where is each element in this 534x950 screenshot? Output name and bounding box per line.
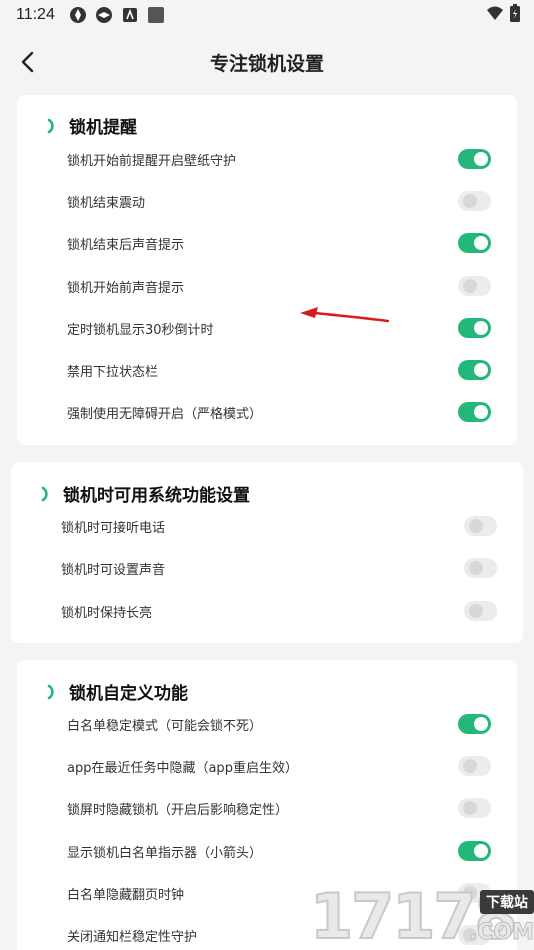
setting-row: 锁机时可设置声音 [61, 548, 497, 588]
toggle-switch[interactable] [458, 714, 491, 734]
toggle-switch[interactable] [458, 756, 491, 776]
header: 专注锁机设置 [0, 38, 534, 86]
setting-row: 禁用下拉状态栏 [67, 350, 491, 390]
toggle-switch[interactable] [458, 149, 491, 169]
setting-label: 显示锁机白名单指示器（小箭头） [67, 845, 263, 861]
toggle-knob [474, 236, 488, 250]
toggle-knob [469, 519, 483, 533]
toggle-switch[interactable] [458, 360, 491, 380]
toggle-knob [474, 321, 488, 335]
section-title: 锁机自定义功能 [45, 679, 188, 704]
app-icon-2 [95, 6, 113, 24]
section-title: 锁机提醒 [45, 113, 137, 138]
section-card-lock-reminder: 锁机提醒 锁机开始前提醒开启壁纸守护 锁机结束震动 锁机结束后声音提示 锁机开始… [17, 95, 517, 445]
toggle-knob [463, 801, 477, 815]
setting-row: app在最近任务中隐藏（app重启生效） [67, 746, 491, 786]
setting-row: 锁机时保持长亮 [61, 591, 497, 631]
setting-row: 强制使用无障碍开启（严格模式） [67, 392, 491, 432]
setting-label: 锁机时可接听电话 [61, 520, 166, 536]
app-icon-3 [121, 6, 139, 24]
setting-row: 锁机结束震动 [67, 181, 491, 221]
setting-label: 强制使用无障碍开启（严格模式） [67, 406, 263, 422]
setting-label: 定时锁机显示30秒倒计时 [67, 322, 214, 338]
setting-row: 白名单稳定模式（可能会锁不死） [67, 704, 491, 744]
setting-label: 锁机时可设置声音 [61, 562, 166, 578]
section-title: 锁机时可用系统功能设置 [39, 481, 250, 506]
setting-label: 禁用下拉状态栏 [67, 364, 159, 380]
annotation-arrow-icon [300, 307, 390, 323]
setting-row: 显示锁机白名单指示器（小箭头） [67, 831, 491, 871]
toggle-knob [469, 561, 483, 575]
toggle-switch[interactable] [458, 798, 491, 818]
wifi-icon [486, 5, 504, 25]
spinner-mark-icon [47, 684, 54, 699]
setting-label: app在最近任务中隐藏（app重启生效） [67, 760, 298, 776]
status-bar: 11:24 [0, 0, 534, 30]
toggle-knob [463, 194, 477, 208]
setting-row: 锁机开始前声音提示 [67, 266, 491, 306]
spinner-mark-icon [41, 486, 48, 501]
page-title: 专注锁机设置 [209, 52, 324, 75]
toggle-switch[interactable] [464, 516, 497, 536]
toggle-knob [463, 279, 477, 293]
toggle-knob [469, 604, 483, 618]
battery-icon [510, 4, 520, 26]
setting-row: 锁机开始前提醒开启壁纸守护 [67, 139, 491, 179]
app-icon-4 [147, 6, 165, 24]
watermark-badge: 下载站 [480, 890, 534, 914]
setting-label: 锁机开始前提醒开启壁纸守护 [67, 153, 237, 169]
status-time: 11:24 [16, 6, 55, 23]
setting-label: 锁机结束后声音提示 [67, 237, 185, 253]
setting-label: 锁机时保持长亮 [61, 605, 153, 621]
toggle-knob [474, 717, 488, 731]
toggle-knob [463, 759, 477, 773]
toggle-switch[interactable] [458, 402, 491, 422]
watermark-suffix: .COM [468, 920, 534, 946]
toggle-switch[interactable] [458, 276, 491, 296]
setting-row: 锁机时可接听电话 [61, 506, 497, 546]
setting-label: 关闭通知栏稳定性守护 [67, 929, 198, 945]
toggle-knob [474, 152, 488, 166]
toggle-switch[interactable] [458, 191, 491, 211]
toggle-switch[interactable] [458, 318, 491, 338]
back-button[interactable] [14, 48, 42, 76]
setting-row: 定时锁机显示30秒倒计时 [67, 308, 491, 348]
chevron-left-icon [21, 51, 34, 73]
section-card-system-functions: 锁机时可用系统功能设置 锁机时可接听电话 锁机时可设置声音 锁机时保持长亮 [11, 462, 523, 643]
setting-row: 锁机结束后声音提示 [67, 223, 491, 263]
watermark-logo: 17178 下载站 .COM [306, 872, 534, 950]
toggle-switch[interactable] [464, 601, 497, 621]
spinner-mark-icon [47, 118, 54, 133]
toggle-switch[interactable] [458, 841, 491, 861]
toggle-knob [474, 405, 488, 419]
toggle-knob [474, 844, 488, 858]
toggle-switch[interactable] [458, 233, 491, 253]
setting-label: 白名单稳定模式（可能会锁不死） [67, 718, 263, 734]
setting-label: 锁机开始前声音提示 [67, 280, 185, 296]
app-icon-1 [69, 6, 87, 24]
setting-row: 锁屏时隐藏锁机（开启后影响稳定性） [67, 788, 491, 828]
setting-label: 白名单隐藏翻页时钟 [67, 887, 185, 903]
toggle-knob [474, 363, 488, 377]
toggle-switch[interactable] [464, 558, 497, 578]
setting-label: 锁机结束震动 [67, 195, 146, 211]
setting-label: 锁屏时隐藏锁机（开启后影响稳定性） [67, 802, 289, 818]
